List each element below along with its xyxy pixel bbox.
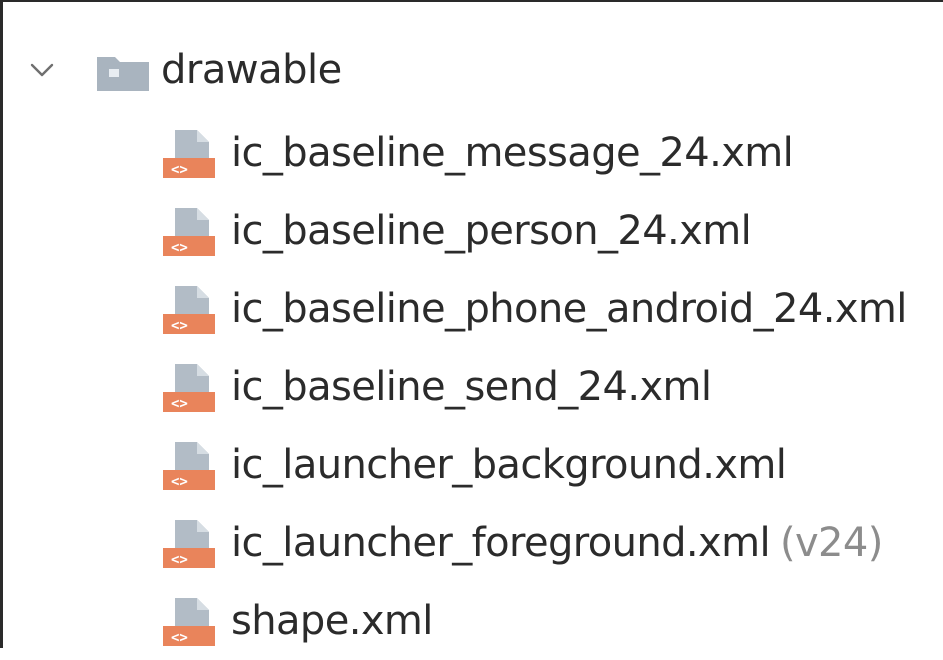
file-name: ic_baseline_phone_android_24.xml xyxy=(231,286,907,332)
svg-text:<>: <> xyxy=(171,318,188,334)
xml-file-icon: <> xyxy=(163,130,215,178)
tree-file-item[interactable]: <> ic_baseline_message_24.xml xyxy=(3,114,943,192)
svg-text:<>: <> xyxy=(171,630,188,646)
xml-file-icon: <> xyxy=(163,520,215,568)
tree-folder-drawable[interactable]: drawable xyxy=(3,32,943,110)
svg-text:<>: <> xyxy=(171,552,188,568)
xml-file-icon: <> xyxy=(163,364,215,412)
svg-text:<>: <> xyxy=(171,162,188,178)
file-name: ic_baseline_person_24.xml xyxy=(231,208,752,254)
project-tree-panel: drawable <> ic_baseline_message_24.xml <… xyxy=(0,0,943,648)
file-name: ic_launcher_background.xml xyxy=(231,442,787,488)
xml-file-icon: <> xyxy=(163,208,215,256)
tree-file-item[interactable]: <> shape.xml xyxy=(3,582,943,660)
folder-icon xyxy=(97,57,149,91)
svg-text:<>: <> xyxy=(171,396,188,412)
file-name: shape.xml xyxy=(231,598,433,644)
svg-text:<>: <> xyxy=(171,474,188,490)
tree-file-item[interactable]: <> ic_launcher_foreground.xml (v24) xyxy=(3,504,943,582)
tree-file-item[interactable]: <> ic_baseline_send_24.xml xyxy=(3,348,943,426)
svg-text:<>: <> xyxy=(171,240,188,256)
chevron-down-icon[interactable] xyxy=(29,60,55,80)
xml-file-icon: <> xyxy=(163,286,215,334)
file-name: ic_baseline_message_24.xml xyxy=(231,130,794,176)
xml-file-icon: <> xyxy=(163,598,215,646)
file-name: ic_baseline_send_24.xml xyxy=(231,364,712,410)
xml-file-icon: <> xyxy=(163,442,215,490)
file-name: ic_launcher_foreground.xml xyxy=(231,520,771,566)
file-qualifier: (v24) xyxy=(779,520,883,566)
tree-file-item[interactable]: <> ic_baseline_person_24.xml xyxy=(3,192,943,270)
tree-file-item[interactable]: <> ic_launcher_background.xml xyxy=(3,426,943,504)
folder-label: drawable xyxy=(161,47,342,93)
tree-file-item[interactable]: <> ic_baseline_phone_android_24.xml xyxy=(3,270,943,348)
